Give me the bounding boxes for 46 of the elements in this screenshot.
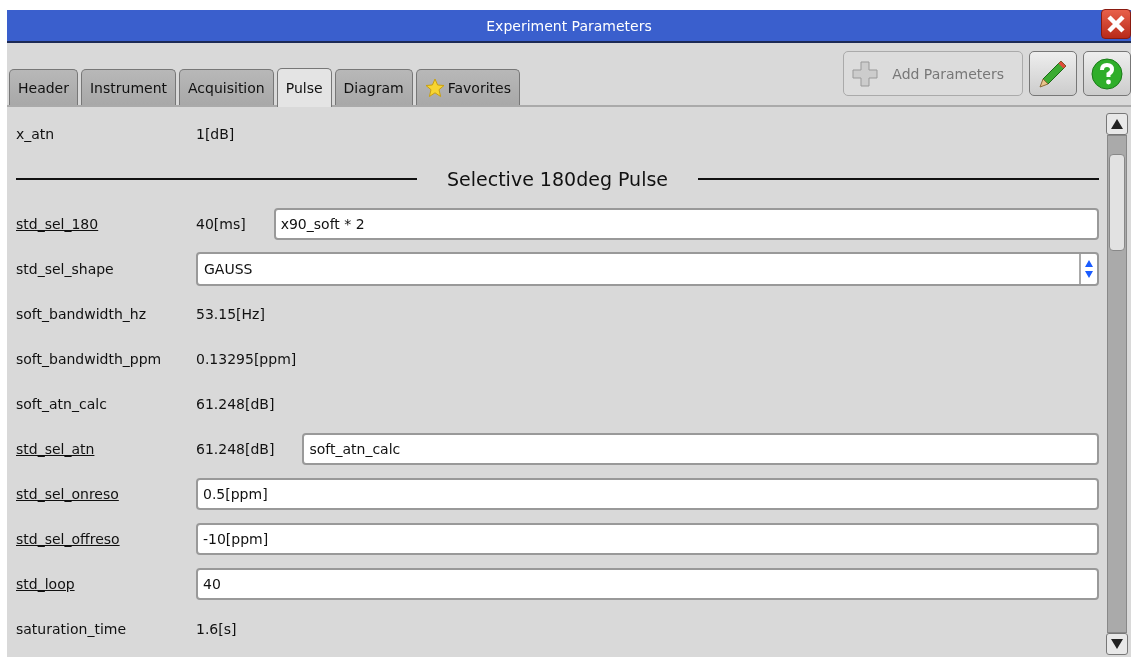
- parameter-label: soft_atn_calc: [16, 395, 107, 412]
- parameter-value: 40[ms]: [196, 215, 246, 232]
- down-arrow-icon: [1111, 639, 1123, 649]
- scroll-up-button[interactable]: [1106, 113, 1128, 135]
- window-title: Experiment Parameters: [486, 17, 652, 34]
- up-arrow-icon: [1111, 119, 1123, 129]
- parameter-value: 1.6[s]: [196, 620, 237, 637]
- parameter-label: soft_bandwidth_ppm: [16, 350, 162, 367]
- parameter-link[interactable]: std_sel_offreso: [16, 530, 120, 547]
- parameter-value: 61.248[dB]: [196, 440, 275, 457]
- parameter-label: std_sel_shape: [16, 260, 114, 277]
- parameter-link[interactable]: std_sel_180: [16, 215, 99, 232]
- input-field[interactable]: soft_atn_calc: [302, 432, 1099, 465]
- parameter-label: x_atn: [16, 125, 55, 142]
- tab[interactable]: Pulse: [276, 68, 332, 107]
- parameter-label: saturation_time: [16, 620, 127, 637]
- plus-icon: [852, 60, 879, 87]
- close-icon: [1106, 14, 1126, 34]
- parameter-value: 1[dB]: [196, 125, 235, 142]
- help-icon: [1090, 56, 1124, 91]
- help-button[interactable]: [1083, 51, 1131, 96]
- close-button[interactable]: [1101, 9, 1131, 39]
- parameter-label: soft_bandwidth_hz: [16, 305, 147, 322]
- tab[interactable]: Favorites: [415, 69, 520, 105]
- parameter-value: 61.248[dB]: [196, 395, 275, 412]
- dropdown[interactable]: GAUSS: [196, 251, 1099, 286]
- parameter-link[interactable]: std_sel_atn: [16, 440, 95, 457]
- input-field[interactable]: -10[ppm]: [196, 522, 1099, 555]
- scrollbar[interactable]: [1105, 113, 1129, 655]
- tab[interactable]: Acquisition: [179, 69, 274, 105]
- input-field[interactable]: 40: [196, 567, 1099, 600]
- star-icon: [424, 77, 445, 98]
- spinner-arrows-icon: [1084, 258, 1094, 279]
- tab[interactable]: Instrument: [81, 69, 176, 105]
- scroll-thumb[interactable]: [1109, 154, 1125, 251]
- parameter-link[interactable]: std_loop: [16, 575, 75, 592]
- parameter-link[interactable]: std_sel_onreso: [16, 485, 119, 502]
- input-field[interactable]: x90_soft * 2: [273, 207, 1099, 240]
- input-field[interactable]: 0.5[ppm]: [196, 477, 1099, 510]
- parameter-value: 53.15[Hz]: [196, 305, 265, 322]
- tab[interactable]: Diagram: [334, 69, 413, 105]
- scroll-down-button[interactable]: [1106, 633, 1128, 655]
- section-heading: Selective 180deg Pulse: [447, 167, 668, 190]
- tab[interactable]: Header: [9, 69, 78, 105]
- edit-button[interactable]: [1029, 51, 1077, 96]
- parameter-value: 0.13295[ppm]: [196, 350, 297, 367]
